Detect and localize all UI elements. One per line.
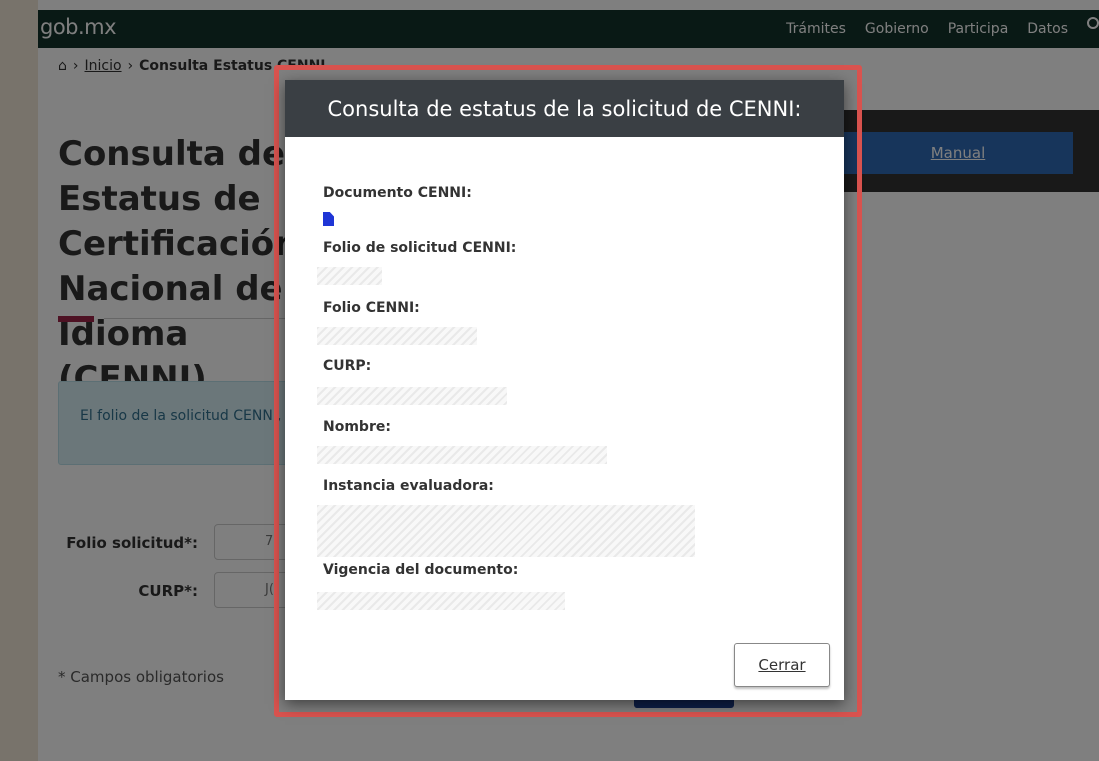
nombre-label: Nombre: <box>323 419 391 435</box>
curp-value <box>317 387 507 405</box>
nombre-value <box>317 446 607 464</box>
documento-cenni-label: Documento CENNI: <box>323 185 472 201</box>
folio-solicitud-cenni-label: Folio de solicitud CENNI: <box>323 240 517 256</box>
instancia-evaluadora-value <box>317 505 695 557</box>
folio-cenni-value <box>317 327 477 345</box>
vigencia-label: Vigencia del documento: <box>323 562 519 578</box>
curp-field-label: CURP: <box>323 358 372 374</box>
folio-cenni-label: Folio CENNI: <box>323 300 420 316</box>
vigencia-value <box>317 592 565 610</box>
document-file-icon[interactable] <box>323 212 334 226</box>
folio-solicitud-cenni-value <box>317 267 382 285</box>
instancia-evaluadora-label: Instancia evaluadora: <box>323 478 494 494</box>
status-modal: Consulta de estatus de la solicitud de C… <box>285 80 844 700</box>
close-button[interactable]: Cerrar <box>734 643 830 687</box>
modal-title: Consulta de estatus de la solicitud de C… <box>285 80 844 137</box>
